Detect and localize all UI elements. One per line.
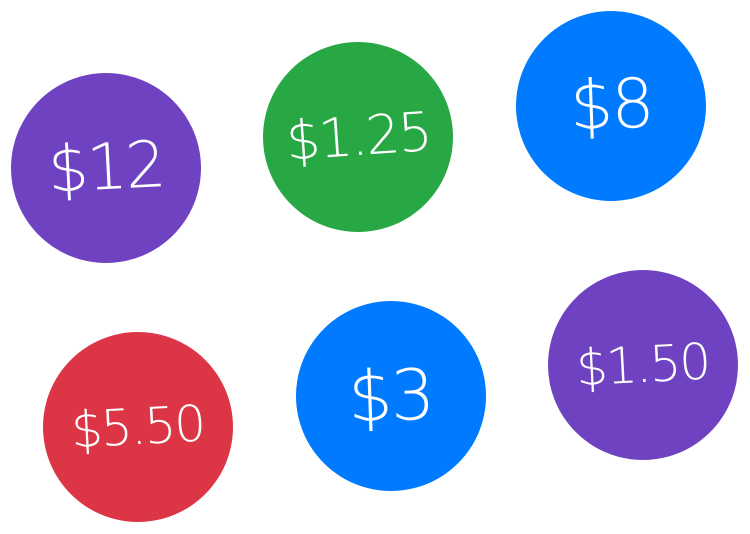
price-circle-8: $8 — [516, 11, 706, 201]
price-label-1-50: $1.50 — [574, 332, 711, 398]
price-label-12: $12 — [46, 128, 166, 208]
price-label-8: $8 — [568, 64, 654, 147]
price-circle-12: $12 — [11, 73, 201, 263]
price-label-1-25: $1.25 — [283, 100, 433, 173]
price-circle-5-50: $5.50 — [43, 332, 233, 522]
price-label-3: $3 — [347, 353, 435, 439]
price-label-5-50: $5.50 — [69, 394, 206, 460]
price-circle-1-50: $1.50 — [548, 270, 738, 460]
price-circle-3: $3 — [296, 301, 486, 491]
price-circle-1-25: $1.25 — [263, 42, 453, 232]
